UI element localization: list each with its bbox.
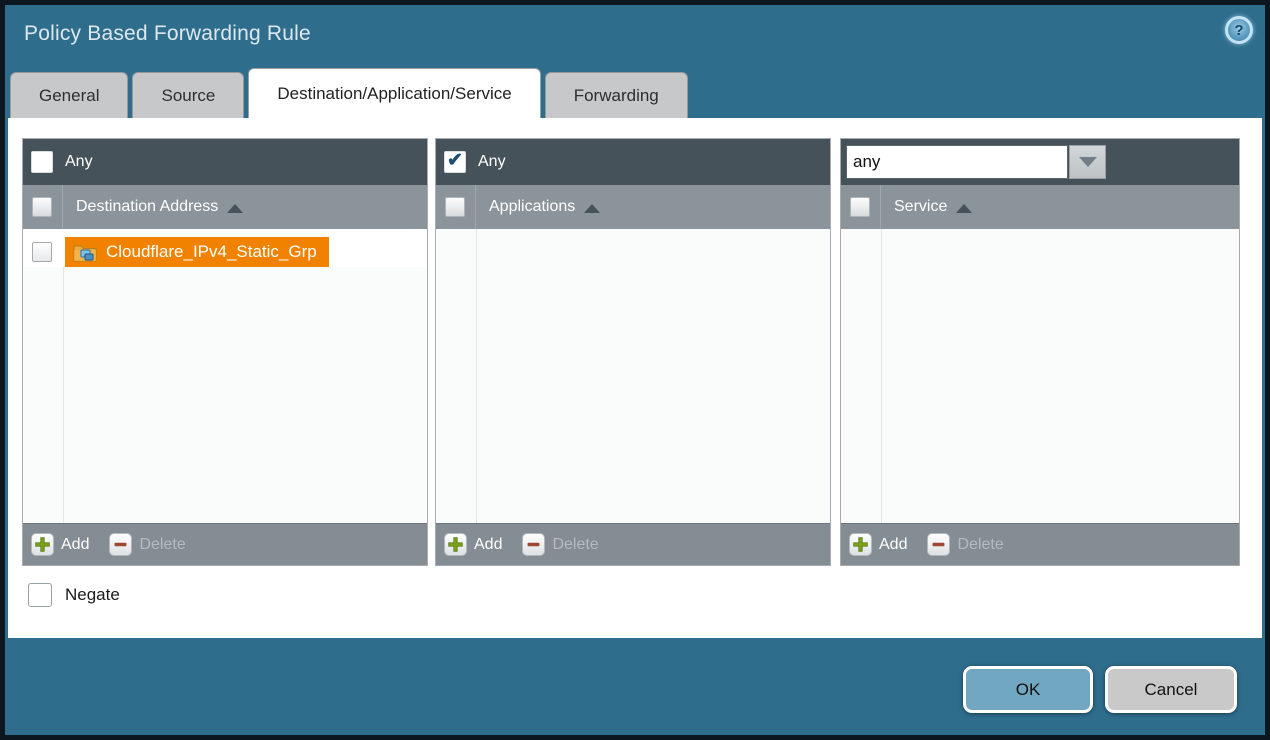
- service-column: Service Add: [840, 138, 1240, 566]
- service-mode-dropdown-button[interactable]: [1069, 145, 1106, 179]
- help-icon[interactable]: ?: [1225, 16, 1253, 44]
- tab-destination-application-service[interactable]: Destination/Application/Service: [248, 68, 540, 118]
- tab-forwarding[interactable]: Forwarding: [545, 72, 688, 118]
- service-column-header[interactable]: Service: [894, 198, 972, 216]
- divider: [881, 229, 882, 523]
- delete-minus-icon: [927, 533, 950, 556]
- dialog-buttons: OK Cancel: [963, 666, 1237, 713]
- tab-source[interactable]: Source: [132, 72, 244, 118]
- row-checkbox[interactable]: [32, 242, 52, 262]
- tab-content-panel: Any Destination Address: [8, 118, 1262, 638]
- selected-address-item[interactable]: Cloudflare_IPv4_Static_Grp: [65, 237, 329, 267]
- destination-header-row: Destination Address: [23, 185, 427, 229]
- chevron-down-icon: [1079, 157, 1097, 167]
- sort-asc-icon: [956, 204, 972, 213]
- destination-column-header[interactable]: Destination Address: [76, 198, 243, 216]
- destination-add-button[interactable]: Add: [31, 533, 89, 556]
- add-plus-icon: [444, 533, 467, 556]
- applications-header-row: Applications: [436, 185, 830, 229]
- applications-select-all-checkbox[interactable]: [445, 197, 465, 217]
- divider: [63, 229, 64, 523]
- service-delete-button[interactable]: Delete: [927, 533, 1003, 556]
- negate-row: Negate: [28, 583, 120, 607]
- applications-any-checkbox[interactable]: [444, 151, 466, 173]
- service-list: [841, 229, 1239, 523]
- applications-any-label: Any: [478, 153, 506, 171]
- destination-delete-button[interactable]: Delete: [109, 533, 185, 556]
- negate-checkbox[interactable]: [28, 583, 52, 607]
- dialog-title: Policy Based Forwarding Rule: [24, 22, 311, 46]
- title-bar: Policy Based Forwarding Rule ?: [5, 5, 1265, 67]
- divider: [476, 229, 477, 523]
- applications-add-button[interactable]: Add: [444, 533, 502, 556]
- service-add-button[interactable]: Add: [849, 533, 907, 556]
- applications-delete-button[interactable]: Delete: [522, 533, 598, 556]
- service-select-all-checkbox[interactable]: [850, 197, 870, 217]
- table-row[interactable]: Cloudflare_IPv4_Static_Grp: [23, 229, 427, 267]
- destination-any-label: Any: [65, 153, 93, 171]
- service-footer: Add Delete: [841, 523, 1239, 565]
- add-plus-icon: [849, 533, 872, 556]
- sort-asc-icon: [584, 204, 600, 213]
- destination-any-bar: Any: [23, 139, 427, 185]
- divider: [475, 185, 476, 229]
- divider: [62, 185, 63, 229]
- pbf-rule-dialog: Policy Based Forwarding Rule ? General S…: [0, 0, 1270, 740]
- delete-minus-icon: [522, 533, 545, 556]
- negate-label: Negate: [65, 585, 120, 605]
- delete-minus-icon: [109, 533, 132, 556]
- destination-any-checkbox[interactable]: [31, 151, 53, 173]
- service-mode-bar: [841, 139, 1239, 185]
- tab-bar: General Source Destination/Application/S…: [10, 68, 688, 118]
- ok-button[interactable]: OK: [963, 666, 1093, 713]
- destination-address-column: Any Destination Address: [22, 138, 428, 566]
- applications-any-bar: Any: [436, 139, 830, 185]
- applications-list: [436, 229, 830, 523]
- tab-general[interactable]: General: [10, 72, 128, 118]
- address-group-icon: [73, 243, 97, 262]
- destination-select-all-checkbox[interactable]: [32, 197, 52, 217]
- service-header-row: Service: [841, 185, 1239, 229]
- cancel-button[interactable]: Cancel: [1105, 666, 1237, 713]
- applications-column: Any Applications: [435, 138, 831, 566]
- add-plus-icon: [31, 533, 54, 556]
- service-mode-input[interactable]: [846, 145, 1068, 179]
- sort-asc-icon: [227, 204, 243, 213]
- service-mode-dropdown: [846, 145, 1106, 179]
- applications-column-header[interactable]: Applications: [489, 198, 600, 216]
- destination-list: Cloudflare_IPv4_Static_Grp: [23, 229, 427, 523]
- divider: [880, 185, 881, 229]
- address-group-name: Cloudflare_IPv4_Static_Grp: [106, 242, 317, 262]
- applications-footer: Add Delete: [436, 523, 830, 565]
- destination-footer: Add Delete: [23, 523, 427, 565]
- columns-container: Any Destination Address: [22, 138, 1240, 566]
